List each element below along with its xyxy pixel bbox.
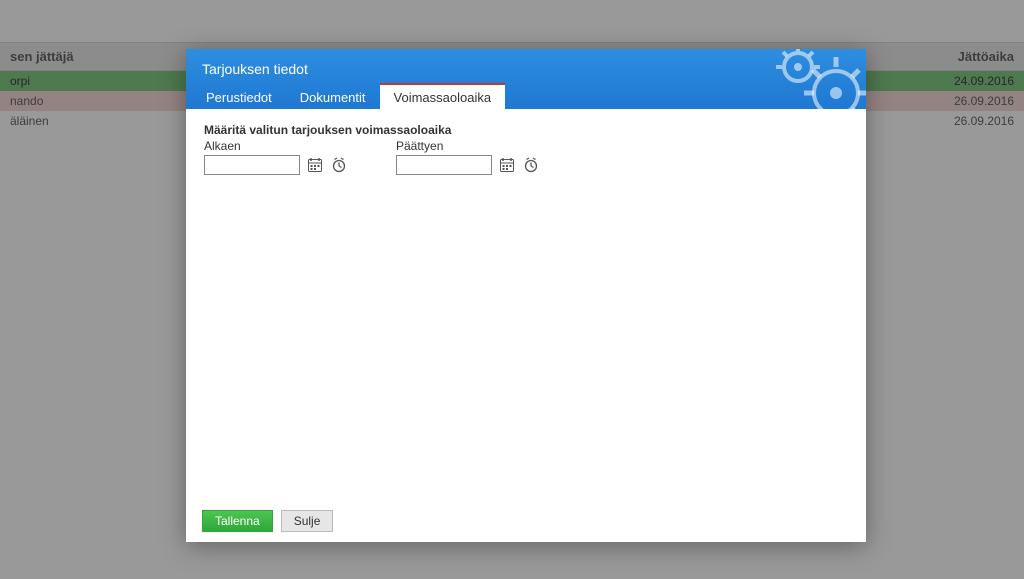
tab-dokumentit[interactable]: Dokumentit bbox=[286, 83, 380, 109]
calendar-icon[interactable] bbox=[306, 156, 324, 174]
alkaen-input[interactable] bbox=[204, 155, 300, 175]
dialog-footer: Tallenna Sulje bbox=[186, 499, 866, 542]
alkaen-field: Alkaen bbox=[204, 139, 348, 175]
paattyen-field: Päättyen bbox=[396, 139, 540, 175]
dialog-title: Tarjouksen tiedot bbox=[186, 49, 866, 77]
tab-voimassaoloaika[interactable]: Voimassaoloaika bbox=[380, 83, 506, 109]
clock-icon[interactable] bbox=[330, 156, 348, 174]
calendar-icon[interactable] bbox=[498, 156, 516, 174]
tab-perustiedot[interactable]: Perustiedot bbox=[192, 83, 286, 109]
alkaen-label: Alkaen bbox=[204, 139, 348, 153]
tarjouksen-tiedot-dialog: Tarjouksen tiedot Perustiedot Dokumentit… bbox=[186, 49, 866, 542]
paattyen-label: Päättyen bbox=[396, 139, 540, 153]
dialog-tabs: Perustiedot Dokumentit Voimassaoloaika bbox=[192, 83, 505, 109]
paattyen-input[interactable] bbox=[396, 155, 492, 175]
close-button[interactable]: Sulje bbox=[281, 510, 334, 532]
clock-icon[interactable] bbox=[522, 156, 540, 174]
dialog-header: Tarjouksen tiedot Perustiedot Dokumentit… bbox=[186, 49, 866, 109]
save-button[interactable]: Tallenna bbox=[202, 510, 273, 532]
dialog-body: Määritä valitun tarjouksen voimassaoloai… bbox=[186, 109, 866, 499]
section-title: Määritä valitun tarjouksen voimassaoloai… bbox=[204, 123, 848, 137]
